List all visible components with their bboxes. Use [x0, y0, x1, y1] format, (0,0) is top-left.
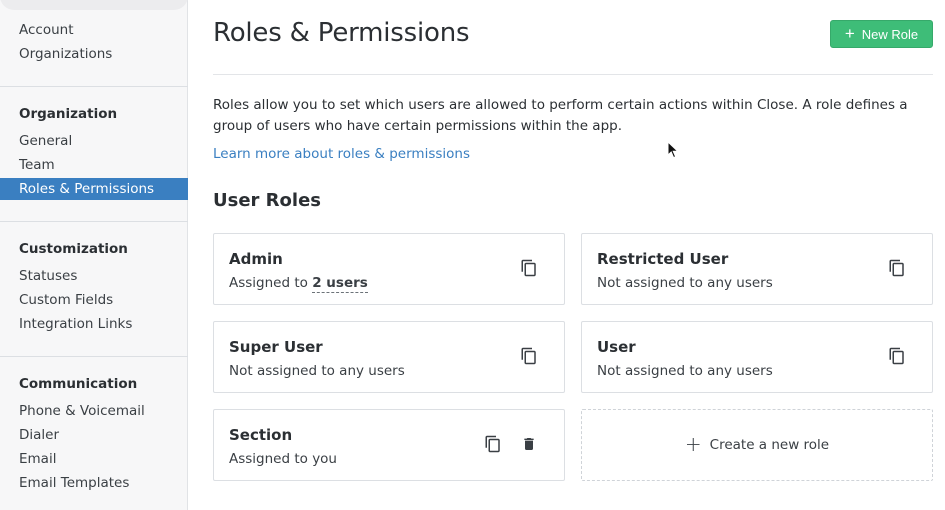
role-name: Admin — [229, 250, 283, 268]
sidebar-divider — [0, 86, 188, 87]
sidebar-item-email-templates[interactable]: Email Templates — [19, 474, 129, 492]
role-card-section[interactable]: Section Assigned to you — [213, 409, 565, 481]
role-assignment: Not assigned to any users — [229, 363, 405, 379]
sidebar-item-statuses[interactable]: Statuses — [19, 267, 77, 285]
role-name: Super User — [229, 338, 323, 356]
role-name: User — [597, 338, 636, 356]
plus-icon: + — [684, 432, 702, 456]
sidebar-heading-customization: Customization — [19, 241, 128, 257]
role-assignment: Not assigned to any users — [597, 275, 773, 291]
role-card-restricted-user[interactable]: Restricted User Not assigned to any user… — [581, 233, 933, 305]
plus-icon: + — [844, 23, 855, 43]
new-role-button[interactable]: + New Role — [830, 20, 933, 48]
sidebar-item-custom-fields[interactable]: Custom Fields — [19, 291, 113, 309]
create-new-role-label: Create a new role — [709, 437, 830, 453]
role-assignment: Assigned to 2 users — [229, 275, 368, 293]
sidebar-top-edge — [0, 0, 188, 10]
page-title: Roles & Permissions — [213, 18, 470, 48]
copy-icon[interactable] — [518, 257, 540, 279]
trash-icon[interactable] — [518, 433, 540, 455]
role-name: Restricted User — [597, 250, 729, 268]
role-card-user[interactable]: User Not assigned to any users — [581, 321, 933, 393]
role-name: Section — [229, 426, 293, 444]
role-assignment: Not assigned to any users — [597, 363, 773, 379]
learn-more-link[interactable]: Learn more about roles & permissions — [213, 146, 470, 162]
sidebar-divider — [0, 356, 188, 357]
role-assignment-prefix: Assigned to — [229, 275, 313, 291]
mouse-pointer-icon — [667, 141, 679, 159]
sidebar-item-organizations[interactable]: Organizations — [19, 45, 112, 63]
sidebar-item-general[interactable]: General — [19, 132, 72, 150]
role-card-admin[interactable]: Admin Assigned to 2 users — [213, 233, 565, 305]
copy-icon[interactable] — [518, 345, 540, 367]
settings-sidebar: Account Organizations Organization Gener… — [0, 0, 188, 510]
sidebar-item-email[interactable]: Email — [19, 450, 56, 468]
copy-icon[interactable] — [886, 345, 908, 367]
create-new-role-card[interactable]: + Create a new role — [581, 409, 933, 481]
sidebar-item-team[interactable]: Team — [19, 156, 55, 174]
sidebar-heading-organization: Organization — [19, 106, 118, 122]
sidebar-item-account[interactable]: Account — [19, 21, 74, 39]
intro-text: Roles allow you to set which users are a… — [213, 97, 908, 134]
role-card-super-user[interactable]: Super User Not assigned to any users — [213, 321, 565, 393]
sidebar-divider — [0, 221, 188, 222]
copy-icon[interactable] — [886, 257, 908, 279]
role-assignment: Assigned to you — [229, 451, 337, 467]
sidebar-item-integration-links[interactable]: Integration Links — [19, 315, 132, 333]
sidebar-item-dialer[interactable]: Dialer — [19, 426, 59, 444]
sidebar-item-roles-permissions-active[interactable]: Roles & Permissions — [0, 178, 188, 200]
user-roles-heading: User Roles — [213, 190, 321, 211]
new-role-button-label: New Role — [861, 26, 919, 42]
sidebar-item-phone-voicemail[interactable]: Phone & Voicemail — [19, 402, 145, 420]
header-divider — [213, 74, 933, 75]
sidebar-heading-communication: Communication — [19, 376, 138, 392]
sidebar-item-roles-permissions[interactable]: Roles & Permissions — [19, 180, 154, 198]
assigned-users-count[interactable]: 2 users — [312, 275, 368, 293]
copy-icon[interactable] — [482, 433, 504, 455]
